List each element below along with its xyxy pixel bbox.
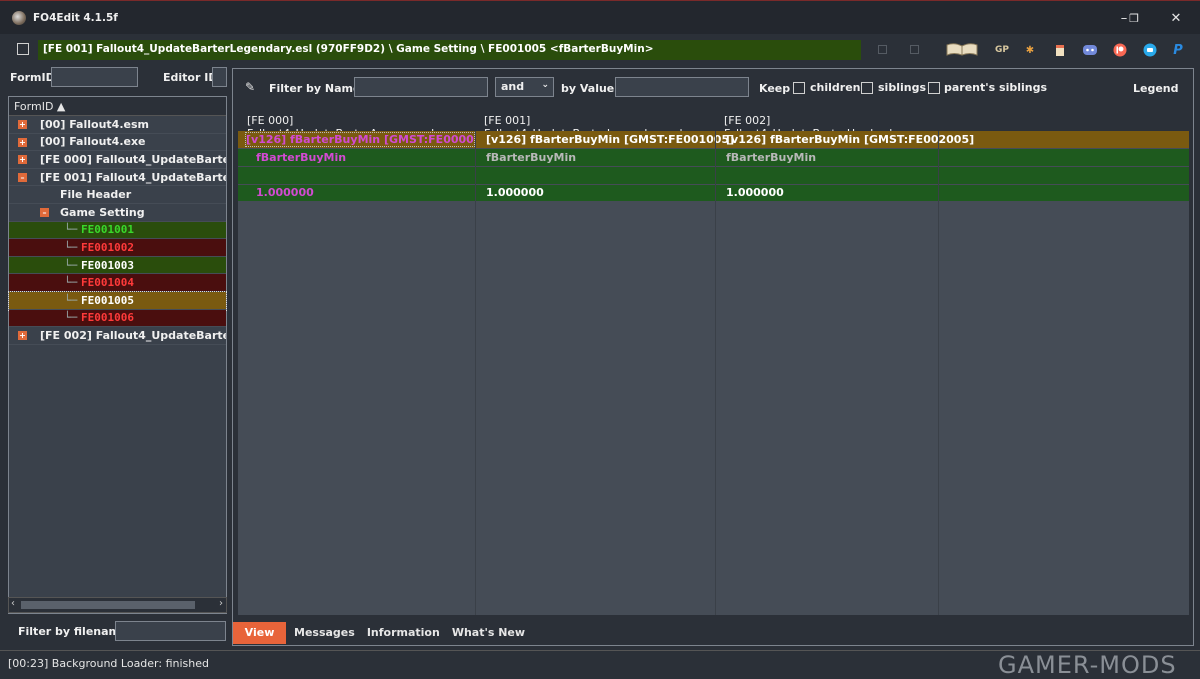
tree-column-header[interactable]: FormID ▲ — [9, 97, 226, 116]
tree-item-file-header[interactable]: File Header — [9, 186, 226, 204]
keep-siblings-checkbox[interactable] — [861, 81, 873, 94]
filter-name-input[interactable] — [354, 77, 488, 97]
column-header-fe001[interactable]: [FE 001] Fallout4_UpdateBarterLegendary.… — [475, 109, 715, 140]
column-divider — [715, 131, 716, 615]
grid-cell-fe000-value[interactable]: 1.000000 — [256, 186, 314, 199]
grid-cell-fe001-value[interactable]: 1.000000 — [486, 186, 544, 199]
tab-whats-new[interactable]: What's New — [446, 622, 531, 644]
grid-cell-fe001-editorid[interactable]: fBarterBuyMin — [486, 151, 576, 164]
grid-row-editorid[interactable] — [238, 149, 1189, 166]
grid-row-empty[interactable] — [238, 167, 1189, 184]
back-button[interactable] — [878, 45, 887, 54]
record-tree[interactable]: FormID ▲ + [00] Fallout4.esm + [00] Fall… — [8, 96, 227, 614]
expand-icon[interactable]: + — [18, 331, 27, 341]
bottom-tabs: View Messages Information What's New — [233, 622, 531, 644]
tree-item-fe001003[interactable]: └─ FE001003 — [9, 256, 226, 275]
column-header-fe000[interactable]: [FE 000] Fallout4_UpdateBarterAverage.es… — [238, 109, 475, 140]
toolbar-checkbox[interactable] — [17, 43, 29, 55]
grid-cell-fe002-record[interactable]: [v126] fBarterBuyMin [GMST:FE002005] — [726, 133, 974, 146]
title-bar: FO4Edit 4.1.5f – ❐ ✕ — [0, 0, 1200, 34]
expand-icon[interactable]: + — [18, 120, 27, 129]
watermark-logo: GAMER-MODS — [998, 651, 1177, 679]
grid-row-value[interactable] — [238, 185, 1189, 201]
chat-icon[interactable] — [1142, 43, 1158, 57]
expand-icon[interactable]: + — [18, 137, 27, 147]
app-icon — [12, 10, 26, 25]
formid-input[interactable] — [51, 67, 138, 87]
tree-item-fallout4-esm[interactable]: + [00] Fallout4.esm — [9, 116, 226, 134]
window-title: FO4Edit 4.1.5f — [33, 11, 118, 24]
record-compare-grid[interactable]: [FE 000] Fallout4_UpdateBarterAverage.es… — [238, 109, 1189, 615]
scroll-thumb[interactable] — [21, 601, 195, 609]
book-icon[interactable] — [946, 42, 978, 56]
nexus-icon[interactable]: ✱ — [1022, 43, 1038, 57]
record-path: [FE 001] Fallout4_UpdateBarterLegendary.… — [38, 40, 861, 60]
left-panel: FormID Editor ID FormID ▲ + [00] Fallout… — [0, 66, 232, 646]
tree-horizontal-scrollbar[interactable]: ‹ › — [8, 597, 227, 613]
expand-icon[interactable]: + — [18, 155, 27, 165]
status-text: [00:23] Background Loader: finished — [8, 657, 209, 670]
tree-item-fe000[interactable]: + [FE 000] Fallout4_UpdateBarterA... — [9, 151, 226, 169]
paypal-icon[interactable]: P — [1170, 43, 1186, 58]
column-divider — [475, 131, 476, 615]
keep-parents-siblings-label: parent's siblings — [944, 81, 1048, 94]
status-bar: [00:23] Background Loader: finished GAME… — [0, 650, 1200, 679]
tree-item-fe001006[interactable]: └─ FE001006 — [9, 309, 226, 328]
tab-messages[interactable]: Messages — [288, 622, 361, 644]
keep-label: Keep — [759, 82, 791, 95]
collapse-icon[interactable]: – — [18, 172, 27, 182]
toolbar: [FE 001] Fallout4_UpdateBarterLegendary.… — [0, 34, 1200, 66]
tree-item-fe001002[interactable]: └─ FE001002 — [9, 239, 226, 257]
filter-operator-select[interactable]: and ⌄ — [495, 77, 554, 97]
tree-item-fe001005[interactable]: └─ FE001005 — [8, 290, 227, 311]
grid-cell-fe000-editorid[interactable]: fBarterBuyMin — [256, 151, 346, 164]
scroll-left-icon[interactable]: ‹ — [11, 598, 15, 609]
filter-filename-input[interactable] — [115, 621, 226, 641]
chevron-down-icon: ⌄ — [541, 80, 549, 90]
keep-parents-siblings-checkbox[interactable] — [928, 81, 940, 94]
grid-cell-fe002-value[interactable]: 1.000000 — [726, 186, 784, 199]
tab-information[interactable]: Information — [361, 622, 446, 644]
editorid-label: Editor ID — [163, 71, 218, 84]
tree-item-fe002[interactable]: + [FE 002] Fallout4_UpdateBarterH... — [9, 327, 226, 345]
column-divider — [938, 131, 939, 615]
tree-item-fallout4-exe[interactable]: + [00] Fallout4.exe — [9, 134, 226, 152]
keep-siblings-label: siblings — [878, 81, 926, 94]
mug-icon[interactable] — [1052, 43, 1068, 57]
keep-children-label: children — [810, 81, 861, 94]
formid-label: FormID — [10, 71, 55, 84]
scroll-right-icon[interactable]: › — [219, 598, 223, 609]
tree-item-fe001001[interactable]: └─ FE001001 — [9, 221, 226, 240]
column-header-fe002[interactable]: [FE 002] Fallout4_UpdateBarterHard.esl — [715, 109, 938, 140]
tree-item-fe001[interactable]: – [FE 001] Fallout4_UpdateBarterLe... — [9, 169, 226, 187]
filter-name-label: Filter by Name: — [269, 82, 365, 95]
editorid-input[interactable] — [212, 67, 227, 87]
pin-icon[interactable]: ✎ — [245, 80, 255, 94]
tree-item-game-setting[interactable]: – Game Setting — [9, 204, 226, 222]
filter-value-input[interactable] — [615, 77, 749, 97]
grid-cell-fe000-record[interactable]: [v126] fBarterBuyMin [GMST:FE000005] — [245, 132, 475, 147]
forward-button[interactable] — [910, 45, 919, 54]
grid-cell-fe002-editorid[interactable]: fBarterBuyMin — [726, 151, 816, 164]
keep-children-checkbox[interactable] — [793, 81, 805, 94]
grid-cell-fe001-record[interactable]: [v126] fBarterBuyMin [GMST:FE001005] — [486, 133, 734, 146]
patreon-icon[interactable] — [1112, 43, 1128, 57]
app-window: FO4Edit 4.1.5f – ❐ ✕ [FE 001] Fallout4_U… — [0, 0, 1200, 679]
filter-value-label: by Value: — [561, 82, 619, 95]
maximize-button[interactable]: ❐ — [1114, 1, 1154, 35]
close-button[interactable]: ✕ — [1156, 1, 1196, 35]
discord-icon[interactable] — [1082, 43, 1098, 57]
legend-button[interactable]: Legend — [1133, 82, 1179, 95]
tab-view[interactable]: View — [233, 622, 286, 644]
tree-item-fe001004[interactable]: └─ FE001004 — [9, 274, 226, 292]
collapse-icon[interactable]: – — [40, 207, 49, 217]
gp-icon[interactable]: GP — [994, 43, 1010, 57]
main-panel: ✎ Filter by Name: and ⌄ by Value: Keep c… — [232, 68, 1194, 646]
